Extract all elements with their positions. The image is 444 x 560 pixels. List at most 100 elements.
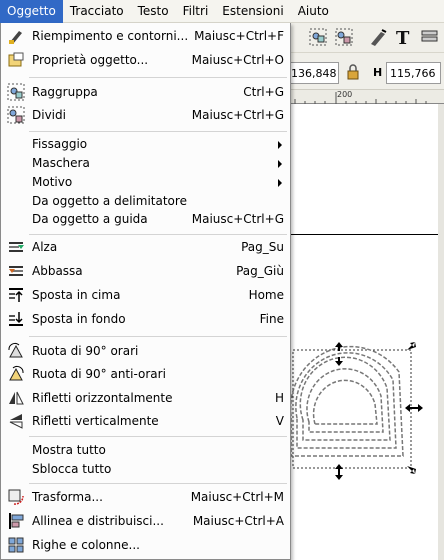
submenu-arrow-icon	[278, 160, 282, 168]
menu-aiuto[interactable]: Aiuto	[291, 0, 336, 23]
menu-item-group[interactable]: Raggruppa Ctrl+G	[2, 81, 290, 103]
menu-item-rows-columns[interactable]: Righe e colonne...	[2, 534, 290, 556]
menu-item-label: Mostra tutto	[32, 443, 106, 457]
layers-icon[interactable]	[419, 26, 441, 48]
menu-item-label: Righe e colonne...	[32, 538, 140, 552]
menu-separator	[29, 336, 287, 337]
menu-item-label: Dividi	[32, 108, 66, 122]
menu-separator	[29, 77, 287, 78]
align-distribute-icon	[7, 512, 25, 530]
flip-horizontal-icon	[7, 389, 25, 407]
submenu-arrow-icon	[278, 141, 282, 149]
height-field[interactable]: 115,766	[386, 62, 441, 84]
menu-item-raise[interactable]: Alza Pag_Su	[2, 236, 290, 258]
height-label: H	[373, 66, 383, 79]
lower-icon	[7, 262, 25, 280]
menu-item-label: Rifletti verticalmente	[32, 414, 159, 428]
menu-item-shortcut: Pag_Giù	[236, 264, 284, 278]
menu-item-lower[interactable]: Abbassa Pag_Giù	[2, 260, 290, 282]
rows-columns-icon	[7, 536, 25, 554]
menu-item-shortcut: Maiusc+Ctrl+G	[191, 212, 284, 226]
menu-separator	[29, 436, 287, 437]
menu-separator	[29, 131, 287, 132]
vertical-scrollbar[interactable]	[438, 104, 444, 560]
ruler-tick-label: 200	[337, 90, 353, 99]
menu-item-rotate-cw[interactable]: Ruota di 90° orari	[2, 340, 290, 362]
horizontal-ruler: 200	[291, 90, 444, 104]
submenu-arrow-icon	[278, 179, 282, 187]
menu-item-label: Fissaggio	[32, 137, 88, 151]
menu-item-shortcut: Maiusc+Ctrl+F	[194, 29, 284, 43]
lower-to-bottom-icon	[7, 310, 25, 328]
menu-tracciato[interactable]: Tracciato	[63, 0, 131, 23]
rotate-cw-icon	[7, 342, 25, 360]
menu-separator	[29, 483, 287, 484]
menu-item-shortcut: Maiusc+Ctrl+G	[191, 108, 284, 122]
menu-item-label: Da oggetto a guida	[32, 212, 148, 226]
menu-item-label: Da oggetto a delimitatore	[32, 194, 187, 208]
menu-item-align-distribute[interactable]: Allinea e distribuisci... Maiusc+Ctrl+A	[2, 510, 290, 532]
width-field[interactable]: 136,848	[287, 62, 339, 84]
menu-item-label: Ruota di 90° orari	[32, 344, 139, 358]
commands-toolbar: T	[291, 23, 444, 53]
menu-item-shortcut: Maiusc+Ctrl+A	[192, 514, 284, 528]
menu-oggetto[interactable]: Oggetto	[0, 0, 63, 23]
menu-item-label: Alza	[32, 240, 58, 254]
xml-editor-icon[interactable]	[367, 26, 389, 48]
menu-item-transform[interactable]: Trasforma... Maiusc+Ctrl+M	[2, 486, 290, 508]
menu-item-label: Maschera	[32, 156, 90, 170]
oggetto-dropdown-menu: Riempimento e contorni... Maiusc+Ctrl+F …	[0, 23, 291, 560]
transform-icon	[7, 488, 25, 506]
ungroup-icon	[7, 106, 25, 124]
fill-stroke-icon	[7, 27, 25, 45]
menu-bar: Oggetto Tracciato Testo Filtri Estension…	[0, 0, 444, 23]
menu-item-flip-vertical[interactable]: Rifletti verticalmente V	[2, 410, 290, 432]
menu-item-shortcut: Ctrl+G	[243, 85, 284, 99]
menu-item-label: Allinea e distribuisci...	[32, 514, 164, 528]
lock-icon[interactable]	[344, 63, 362, 81]
menu-item-label: Proprietà oggetto...	[32, 53, 149, 67]
menu-item-shortcut: Home	[248, 288, 284, 302]
menu-item-label: Sposta in fondo	[32, 312, 126, 326]
flip-vertical-icon	[7, 412, 25, 430]
menu-filtri[interactable]: Filtri	[176, 0, 216, 23]
drawing-canvas[interactable]	[291, 104, 444, 560]
object-properties-icon	[7, 51, 25, 69]
menu-item-fill-stroke[interactable]: Riempimento e contorni... Maiusc+Ctrl+F	[2, 25, 290, 47]
menu-separator	[29, 234, 287, 235]
raise-to-top-icon	[7, 286, 25, 304]
raise-icon	[7, 238, 25, 256]
menu-item-raise-to-top[interactable]: Sposta in cima Home	[2, 284, 290, 306]
menu-item-flip-horizontal[interactable]: Rifletti orizzontalmente H	[2, 387, 290, 409]
menu-item-label: Rifletti orizzontalmente	[32, 391, 173, 405]
group-icon	[7, 83, 25, 101]
menu-item-shortcut: H	[274, 391, 284, 405]
menu-item-ungroup[interactable]: Dividi Maiusc+Ctrl+G	[2, 104, 290, 126]
selected-shapes[interactable]	[291, 104, 444, 560]
menu-item-label: Abbassa	[32, 264, 83, 278]
svg-text:T: T	[396, 28, 410, 48]
menu-testo[interactable]: Testo	[131, 0, 176, 23]
menu-item-object-to-guide[interactable]: Da oggetto a guida Maiusc+Ctrl+G	[2, 208, 290, 230]
menu-item-shortcut: Maiusc+Ctrl+M	[190, 490, 284, 504]
menu-item-object-properties[interactable]: Proprietà oggetto... Maiusc+Ctrl+O	[2, 49, 290, 71]
menu-item-shortcut: V	[275, 414, 284, 428]
menu-item-label: Trasforma...	[32, 490, 103, 504]
rotate-ccw-icon	[7, 365, 25, 383]
group-toolbar-icon[interactable]	[307, 26, 329, 48]
menu-item-label: Raggruppa	[32, 85, 98, 99]
menu-item-lower-to-bottom[interactable]: Sposta in fondo Fine	[2, 308, 290, 330]
menu-item-shortcut: Pag_Su	[241, 240, 284, 254]
menu-item-unlock-all[interactable]: Sblocca tutto	[2, 458, 290, 480]
menu-item-label: Sposta in cima	[32, 288, 121, 302]
ungroup-toolbar-icon[interactable]	[333, 26, 355, 48]
menu-item-rotate-ccw[interactable]: Ruota di 90° anti-orari	[2, 363, 290, 385]
menu-item-label: Motivo	[32, 175, 73, 189]
menu-estensioni[interactable]: Estensioni	[215, 0, 290, 23]
menu-item-label: Riempimento e contorni...	[32, 29, 189, 43]
text-tool-icon[interactable]: T	[393, 26, 415, 49]
menu-item-shortcut: Fine	[259, 312, 284, 326]
menu-item-label: Sblocca tutto	[32, 462, 112, 476]
menu-item-label: Ruota di 90° anti-orari	[32, 367, 166, 381]
selection-coord-bar: 136,848 H 115,766	[287, 56, 444, 90]
